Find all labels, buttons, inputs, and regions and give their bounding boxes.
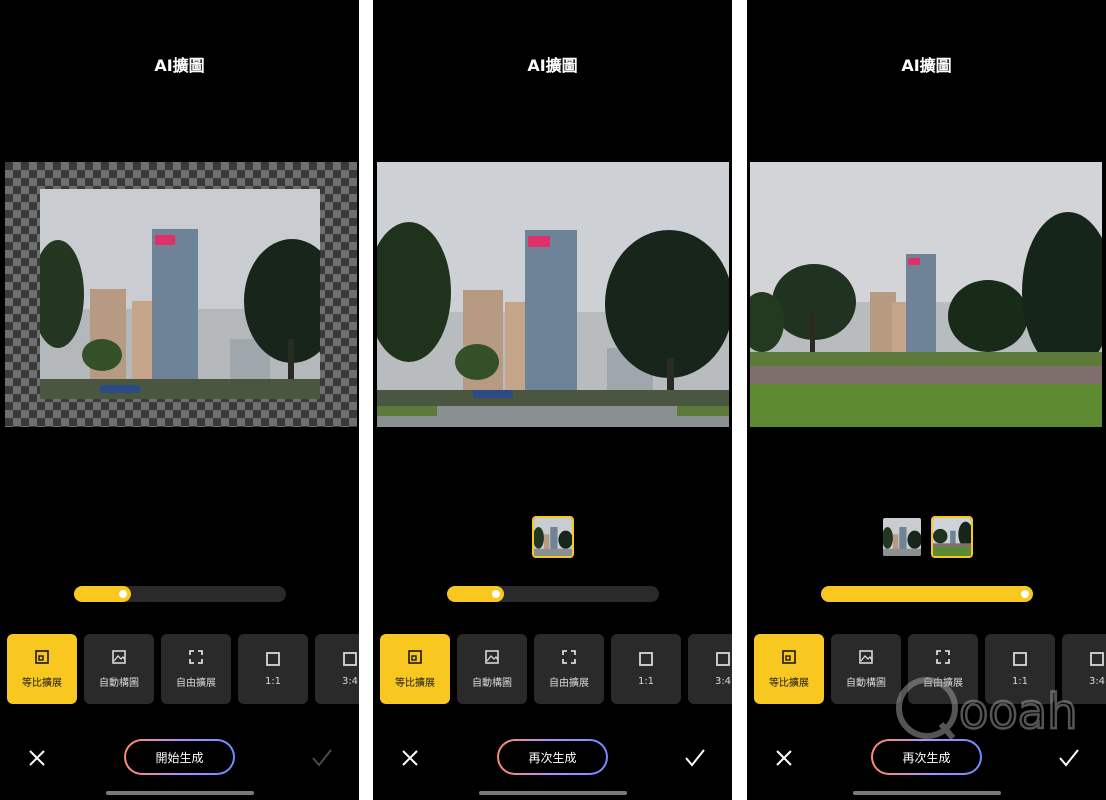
page-title: AI擴圖 [901,56,952,75]
option-proportional-expand[interactable]: 等比擴展 [380,634,450,704]
bottom-toolbar: 再次生成 [373,739,732,777]
slider-fill [821,586,1033,602]
page-title: AI擴圖 [527,56,578,75]
close-button[interactable] [27,748,47,768]
close-icon [29,750,45,766]
option-auto-compose[interactable]: 自動構圖 [457,634,527,704]
phone-screen-1: AI擴圖 等比擴展 自動構圖 自由擴展 1:1 3:4 開始生成 [0,0,359,800]
home-indicator [853,791,1001,795]
option-auto-compose[interactable]: 自動構圖 [84,634,154,704]
image-icon [484,649,500,665]
square-icon [715,651,731,667]
slider-handle[interactable] [492,590,500,598]
option-ratio-3-4[interactable]: 3:4 [688,634,732,704]
photo-canvas [747,162,1106,427]
option-proportional-expand[interactable]: 等比擴展 [7,634,77,704]
square-icon [1089,651,1105,667]
checkmark-icon [312,749,332,767]
option-proportional-expand[interactable]: 等比擴展 [754,634,824,704]
option-auto-compose[interactable]: 自動構圖 [831,634,901,704]
option-ratio-1-1[interactable]: 1:1 [238,634,308,704]
option-label: 等比擴展 [395,678,435,689]
option-label: 等比擴展 [22,678,62,689]
confirm-button[interactable] [684,747,706,769]
confirm-button[interactable] [1058,747,1080,769]
slider-handle[interactable] [119,590,127,598]
watermark-logo: ooah [893,672,1083,744]
page-title: AI擴圖 [154,56,205,75]
free-expand-icon [935,649,951,665]
home-indicator [479,791,627,795]
option-ratio-3-4[interactable]: 3:4 [315,634,359,704]
result-thumbnails [747,516,1106,558]
expanded-photo [377,162,729,427]
proportional-expand-icon [407,649,423,665]
regenerate-button[interactable]: 再次生成 [871,739,982,775]
original-photo [40,189,320,399]
option-label: 自由擴展 [549,678,589,689]
square-icon [638,651,654,667]
confirm-button[interactable] [311,747,333,769]
image-icon [111,649,127,665]
option-label: 3:4 [341,676,359,687]
square-icon [342,651,358,667]
close-icon [402,750,418,766]
expand-options: 等比擴展 自動構圖 自由擴展 1:1 3:4 [380,634,732,704]
proportional-expand-icon [34,649,50,665]
expand-slider[interactable] [74,586,286,602]
option-label: 自動構圖 [472,678,512,689]
phone-screen-2: AI擴圖 等比擴展 自動構圖 自由擴展 1:1 3:4 再次生成 [373,0,732,800]
result-thumbnails [373,516,732,558]
option-ratio-1-1[interactable]: 1:1 [611,634,681,704]
option-label: 1:1 [637,676,655,687]
option-free-expand[interactable]: 自由擴展 [161,634,231,704]
result-thumbnail[interactable] [531,516,574,558]
close-button[interactable] [400,748,420,768]
result-thumbnail[interactable] [881,516,923,558]
photo-canvas [0,162,359,427]
bottom-toolbar: 開始生成 [0,739,359,777]
option-label: 等比擴展 [769,678,809,689]
square-icon [1012,651,1028,667]
option-label: 自動構圖 [846,678,886,689]
option-label: 自動構圖 [99,678,139,689]
checkmark-icon [685,749,705,767]
checkmark-icon [1059,749,1079,767]
regenerate-button[interactable]: 再次生成 [497,739,608,775]
expanded-photo [750,162,1102,427]
expand-options: 等比擴展 自動構圖 自由擴展 1:1 3:4 [7,634,359,704]
proportional-expand-icon [781,649,797,665]
photo-canvas [373,162,732,427]
result-thumbnail[interactable] [930,516,973,558]
free-expand-icon [561,649,577,665]
free-expand-icon [188,649,204,665]
expand-slider[interactable] [447,586,659,602]
close-icon [776,750,792,766]
image-icon [858,649,874,665]
option-free-expand[interactable]: 自由擴展 [534,634,604,704]
home-indicator [106,791,254,795]
bottom-toolbar: 再次生成 [747,739,1106,777]
expand-slider[interactable] [821,586,1033,602]
square-icon [265,651,281,667]
option-label: 3:4 [1088,676,1106,687]
slider-handle[interactable] [1021,590,1029,598]
close-button[interactable] [774,748,794,768]
generate-button[interactable]: 開始生成 [124,739,235,775]
watermark-text: ooah [959,684,1078,740]
option-label: 3:4 [714,676,732,687]
option-label: 自由擴展 [176,678,216,689]
option-label: 1:1 [264,676,282,687]
